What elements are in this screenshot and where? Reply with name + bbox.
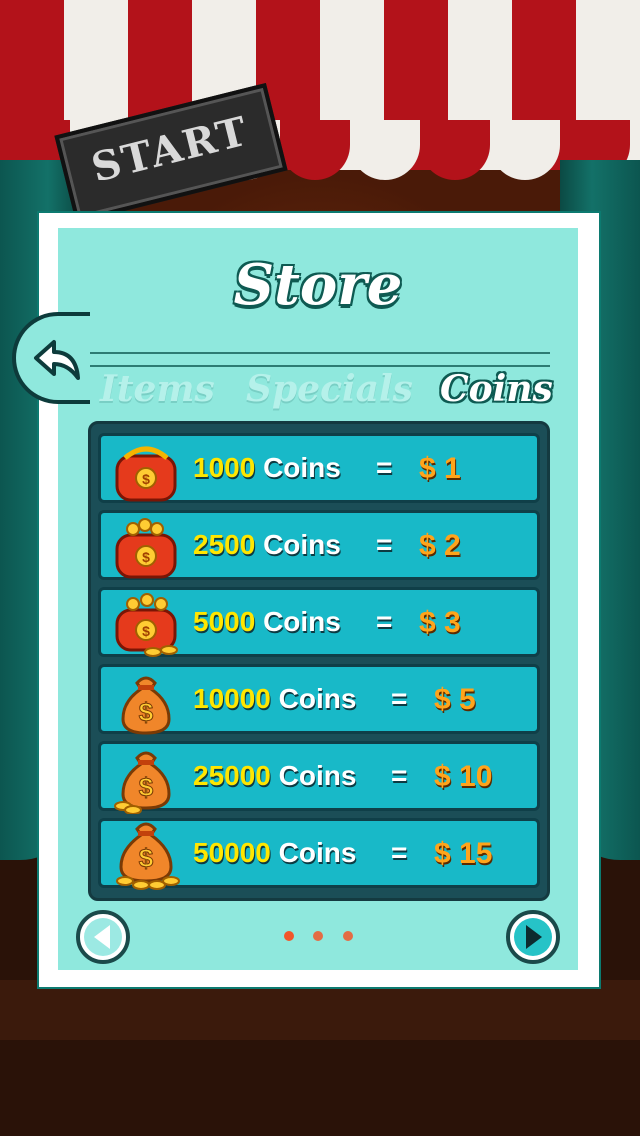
equals-sign: = — [391, 760, 408, 791]
equals-sign: = — [391, 683, 408, 714]
floor — [0, 1040, 640, 1136]
equals-sign: = — [376, 606, 393, 637]
coin-unit: Coins — [278, 683, 357, 714]
coin-unit: Coins — [263, 529, 341, 560]
coin-unit: Coins — [263, 606, 341, 637]
coin-pack-label: 25000 Coins — [193, 760, 356, 792]
svg-text:$: $ — [142, 623, 150, 639]
store-title: Store — [233, 252, 403, 318]
coin-unit: Coins — [278, 837, 357, 868]
back-arrow-icon — [34, 340, 80, 380]
money-bag-icon: $ — [114, 751, 171, 814]
coin-unit: Coins — [278, 760, 357, 791]
coin-unit: Coins — [263, 452, 341, 483]
coin-amount: 1000 — [193, 452, 256, 483]
coin-pack-row[interactable]: $ 25000 Coins = $ 10 — [98, 741, 540, 814]
page-indicator-dot — [313, 931, 323, 941]
page-indicator-dot — [284, 931, 294, 941]
equals-sign: = — [376, 452, 393, 483]
coin-pack-price: $ 5 — [434, 683, 476, 716]
coin-pack-price: $ 15 — [434, 837, 493, 870]
coin-pack-row[interactable]: $ 10000 Coins = $ 5 — [98, 664, 540, 735]
coin-pack-label: 10000 Coins — [193, 683, 356, 715]
coin-amount: 10000 — [193, 683, 271, 714]
svg-text:$: $ — [139, 697, 154, 727]
coin-purse-icon: $ — [115, 518, 177, 579]
coin-amount: 2500 — [193, 529, 256, 560]
coin-pack-price: $ 10 — [434, 760, 493, 793]
chevron-left-icon — [94, 925, 110, 949]
coin-pack-label: 5000 Coins — [193, 606, 341, 638]
svg-text:$: $ — [139, 843, 154, 873]
tab-items[interactable]: Items — [100, 368, 215, 410]
page-indicator-dot — [343, 931, 353, 941]
coin-pack-row[interactable]: $ 50000 Coins = $ 15 — [98, 818, 540, 890]
coin-pack-label: 2500 Coins — [193, 529, 341, 561]
next-page-button[interactable] — [506, 910, 560, 964]
divider-top — [88, 352, 550, 354]
coin-pack-price: $ 2 — [419, 529, 461, 562]
money-bag-icon: $ — [121, 676, 171, 735]
coin-pack-row[interactable]: $ 5000 Coins = $ 3 — [98, 587, 540, 657]
coin-pack-row[interactable]: $ 1000 Coins = $ 1 — [98, 433, 540, 503]
coin-pack-row[interactable]: $ 2500 Coins = $ 2 — [98, 510, 540, 580]
chevron-right-icon — [526, 925, 542, 949]
svg-text:$: $ — [142, 471, 150, 487]
coin-pack-price: $ 1 — [419, 452, 461, 485]
equals-sign: = — [376, 529, 393, 560]
coin-pack-label: 1000 Coins — [193, 452, 341, 484]
equals-sign: = — [391, 837, 408, 868]
coin-pack-label: 50000 Coins — [193, 837, 356, 869]
divider-bottom — [88, 365, 550, 367]
coin-pack-price: $ 3 — [419, 606, 461, 639]
coin-purse-icon: $ — [115, 593, 178, 657]
coin-purse-icon: $ — [115, 446, 177, 502]
tab-specials[interactable]: Specials — [246, 368, 413, 410]
coin-amount: 50000 — [193, 837, 271, 868]
coin-amount: 25000 — [193, 760, 271, 791]
coin-amount: 5000 — [193, 606, 256, 637]
svg-text:$: $ — [139, 772, 154, 802]
tab-coins[interactable]: Coins — [440, 368, 553, 410]
previous-page-button[interactable] — [76, 910, 130, 964]
money-bag-icon: $ — [116, 822, 180, 890]
svg-text:$: $ — [142, 549, 150, 565]
